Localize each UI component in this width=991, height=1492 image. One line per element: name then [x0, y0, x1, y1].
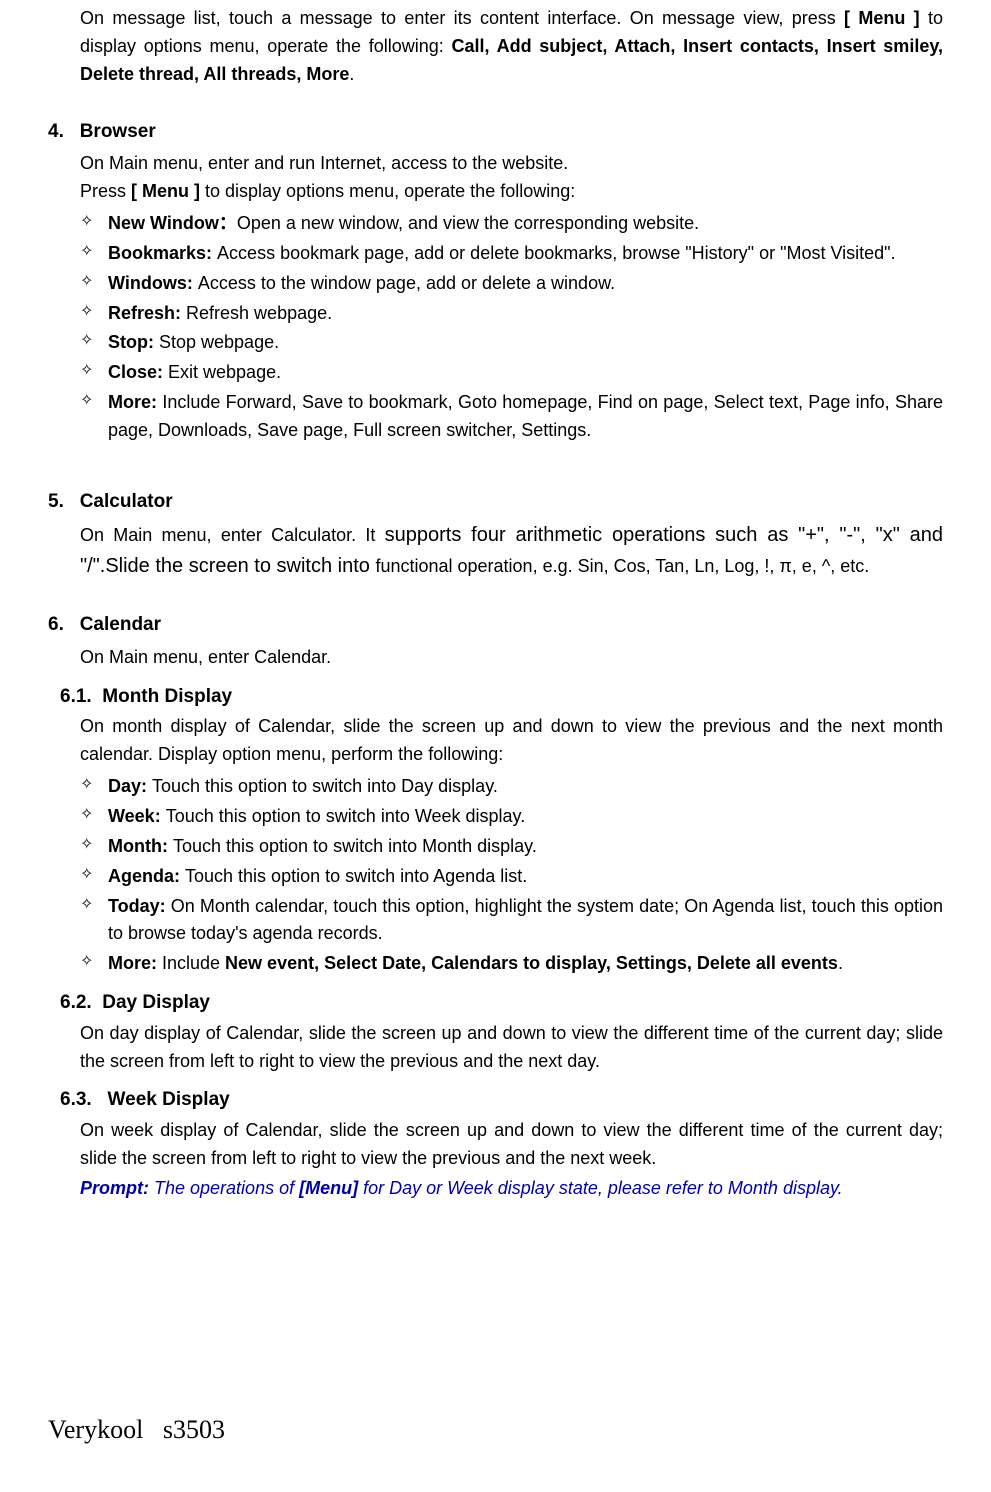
prompt-menu: [Menu]	[299, 1178, 358, 1198]
list-item: New Window：Open a new window, and view t…	[80, 210, 943, 238]
intro-paragraph: On message list, touch a message to ente…	[80, 5, 943, 89]
subsection-number: 6.1.	[60, 686, 92, 707]
item-label: Bookmarks:	[108, 243, 217, 263]
subsection-6-1-heading: 6.1. Month Display	[60, 682, 943, 711]
browser-p1: On Main menu, enter and run Internet, ac…	[80, 150, 943, 178]
item-text: Touch this option to switch into Agenda …	[185, 866, 527, 886]
prompt-text: for Day or Week display state, please re…	[358, 1178, 843, 1198]
item-label: Agenda:	[108, 866, 185, 886]
item-text: On Month calendar, touch this option, hi…	[108, 896, 943, 944]
item-label: Today:	[108, 896, 171, 916]
list-item: More: Include Forward, Save to bookmark,…	[80, 389, 943, 445]
text: to display options menu, operate the fol…	[200, 181, 575, 201]
section-number: 6.	[48, 610, 64, 639]
item-text: Access to the window page, add or delete…	[198, 273, 615, 293]
list-item: Week: Touch this option to switch into W…	[80, 803, 943, 831]
list-item: Today: On Month calendar, touch this opt…	[80, 893, 943, 949]
section-number: 4.	[48, 117, 64, 146]
section-4-heading: 4. Browser	[48, 117, 943, 146]
list-item: Month: Touch this option to switch into …	[80, 833, 943, 861]
item-bold-text: New event, Select Date, Calendars to dis…	[225, 953, 838, 973]
prompt-label: Prompt:	[80, 1178, 154, 1198]
section-title: Calendar	[80, 614, 161, 635]
item-text: Access bookmark page, add or delete book…	[217, 243, 896, 263]
item-label: Close:	[108, 362, 168, 382]
subsection-6-3-heading: 6.3. Week Display	[60, 1085, 943, 1114]
menu-key: [ Menu ]	[131, 181, 200, 201]
item-label: Stop:	[108, 332, 159, 352]
month-display-p1: On month display of Calendar, slide the …	[80, 713, 943, 769]
item-label: More:	[108, 392, 162, 412]
section-5-heading: 5. Calculator	[48, 487, 943, 516]
subsection-title: Month Display	[102, 686, 232, 707]
list-item: More: Include New event, Select Date, Ca…	[80, 950, 943, 978]
item-text: Exit webpage.	[168, 362, 281, 382]
list-item: Stop: Stop webpage.	[80, 329, 943, 357]
footer-model: s3503	[163, 1415, 225, 1444]
subsection-6-2-heading: 6.2. Day Display	[60, 988, 943, 1017]
browser-options-list: New Window：Open a new window, and view t…	[80, 210, 943, 445]
list-item: Agenda: Touch this option to switch into…	[80, 863, 943, 891]
item-text: Touch this option to switch into Month d…	[173, 836, 537, 856]
item-text: .	[838, 953, 843, 973]
item-text: Touch this option to switch into Week di…	[166, 806, 526, 826]
list-item: Windows: Access to the window page, add …	[80, 270, 943, 298]
prompt-note: Prompt: The operations of [Menu] for Day…	[80, 1175, 943, 1203]
item-label: More:	[108, 953, 162, 973]
item-label: Windows:	[108, 273, 198, 293]
section-title: Browser	[80, 121, 156, 142]
section-6-heading: 6. Calendar	[48, 610, 943, 639]
text: On message list, touch a message to ente…	[80, 8, 844, 28]
item-text: Touch this option to switch into Day dis…	[152, 776, 498, 796]
item-label: Day:	[108, 776, 152, 796]
calculator-p1: On Main menu, enter Calculator. It suppo…	[80, 520, 943, 582]
text: Press	[80, 181, 131, 201]
item-text: Stop webpage.	[159, 332, 279, 352]
text: On Main menu, enter Calculator. It	[80, 525, 385, 545]
item-label: Refresh:	[108, 303, 186, 323]
text: functional operation, e.g. Sin, Cos, Tan…	[375, 556, 869, 576]
subsection-title: Day Display	[102, 992, 210, 1013]
section-title: Calculator	[80, 491, 173, 512]
menu-key: [ Menu ]	[844, 8, 920, 28]
item-text: Include Forward, Save to bookmark, Goto …	[108, 392, 943, 440]
browser-p2: Press [ Menu ] to display options menu, …	[80, 178, 943, 206]
list-item: Day: Touch this option to switch into Da…	[80, 773, 943, 801]
footer-brand: Verykool	[48, 1415, 143, 1444]
list-item: Close: Exit webpage.	[80, 359, 943, 387]
item-text: Refresh webpage.	[186, 303, 332, 323]
subsection-title: Week Display	[108, 1089, 230, 1110]
item-label: New Window：	[108, 213, 237, 233]
item-text: Open a new window, and view the correspo…	[237, 213, 699, 233]
subsection-number: 6.3.	[60, 1089, 92, 1110]
week-display-p1: On week display of Calendar, slide the s…	[80, 1117, 943, 1173]
subsection-number: 6.2.	[60, 992, 92, 1013]
day-display-p1: On day display of Calendar, slide the sc…	[80, 1020, 943, 1076]
list-item: Bookmarks: Access bookmark page, add or …	[80, 240, 943, 268]
section-number: 5.	[48, 487, 64, 516]
item-label: Week:	[108, 806, 166, 826]
calendar-p1: On Main menu, enter Calendar.	[80, 644, 943, 672]
list-item: Refresh: Refresh webpage.	[80, 300, 943, 328]
item-text: Include	[162, 953, 225, 973]
document-body: On message list, touch a message to ente…	[48, 0, 943, 1203]
item-label: Month:	[108, 836, 173, 856]
month-display-options-list: Day: Touch this option to switch into Da…	[80, 773, 943, 978]
text: .	[349, 64, 354, 84]
prompt-text: The operations of	[154, 1178, 299, 1198]
footer: Verykool s3503	[48, 1410, 225, 1450]
